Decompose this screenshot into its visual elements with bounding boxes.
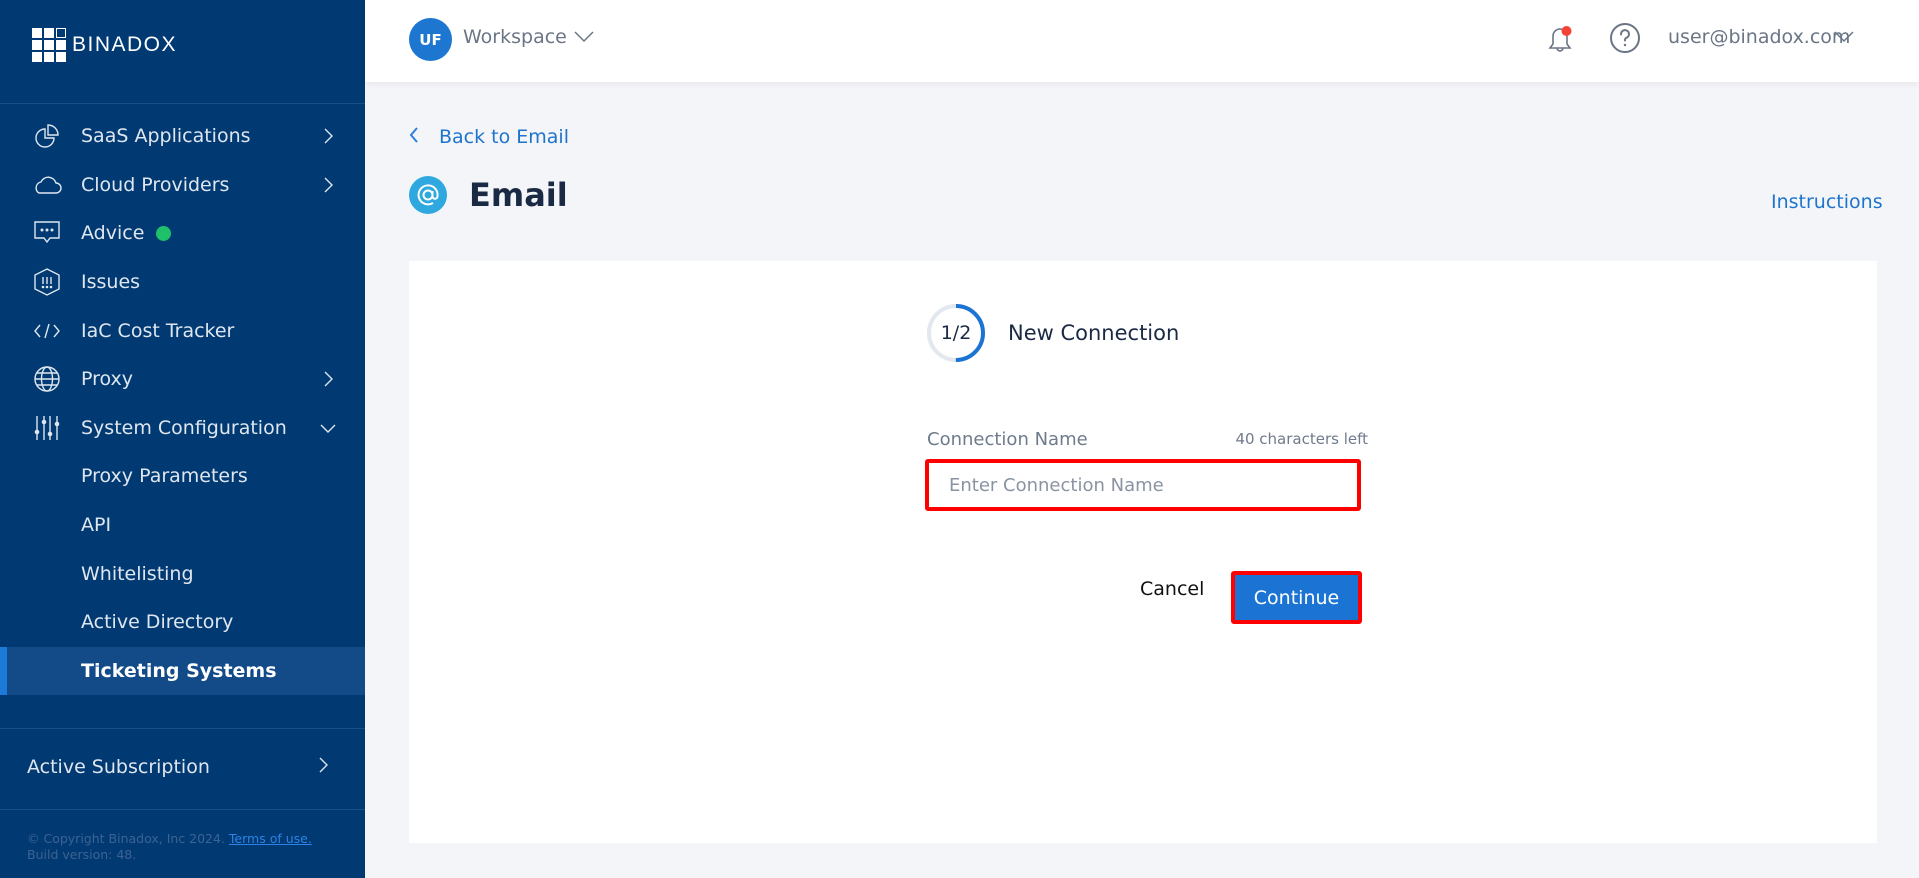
user-menu[interactable]: user@binadox.com: [1668, 26, 1850, 48]
chevron-left-icon: [409, 126, 419, 148]
sidebar-item-issues[interactable]: Issues: [0, 258, 365, 307]
code-icon: [32, 316, 62, 346]
copyright-text: © Copyright Binadox, Inc 2024.: [27, 831, 225, 846]
notification-bell-icon[interactable]: [1545, 22, 1575, 56]
binadox-logo[interactable]: BINADOX: [32, 28, 177, 62]
sidebar-item-advice[interactable]: Advice: [0, 209, 365, 258]
workspace-selector[interactable]: Workspace: [463, 26, 567, 48]
sidebar-subitem-label: API: [81, 514, 112, 537]
workspace-avatar[interactable]: UF: [409, 18, 452, 61]
chevron-down-icon[interactable]: [573, 28, 595, 48]
sidebar-item-label: SaaS Applications: [81, 125, 251, 148]
copyright-footer: © Copyright Binadox, Inc 2024. Terms of …: [27, 831, 312, 863]
chevron-down-icon[interactable]: [1833, 28, 1855, 48]
sidebar-item-saas-applications[interactable]: SaaS Applications: [0, 112, 365, 161]
sidebar-subitem-proxy-parameters[interactable]: Proxy Parameters: [0, 452, 365, 501]
sidebar-divider: [0, 103, 365, 104]
message-icon: [32, 218, 62, 248]
build-version: Build version: 48.: [27, 847, 137, 862]
back-to-email-link[interactable]: Back to Email: [409, 126, 569, 148]
sidebar-subitem-label: Ticketing Systems: [81, 659, 277, 682]
continue-button[interactable]: Continue: [1231, 571, 1362, 624]
sidebar-subitem-ticketing-systems[interactable]: Ticketing Systems: [0, 646, 365, 696]
page-title: Email: [409, 176, 568, 214]
hexagon-alert-icon: [32, 267, 62, 297]
step-title: New Connection: [1008, 321, 1180, 345]
step-progress-ring: 1/2: [926, 303, 986, 363]
active-subscription-label: Active Subscription: [27, 756, 210, 778]
sidebar-item-cloud-providers[interactable]: Cloud Providers: [0, 161, 365, 210]
chevron-right-icon: [318, 126, 338, 146]
sidebar-item-label: System Configuration: [81, 416, 287, 439]
active-subscription-item[interactable]: Active Subscription: [0, 742, 365, 792]
sidebar-subitem-label: Proxy Parameters: [81, 465, 248, 488]
logo-text: BINADOX: [72, 33, 178, 56]
sidebar-subitem-label: Whitelisting: [81, 562, 194, 585]
sidebar-menu: SaaS Applications Cloud Providers Advice: [0, 112, 365, 696]
sidebar-item-label: Cloud Providers: [81, 173, 230, 196]
connection-name-label: Connection Name: [927, 429, 1088, 450]
characters-left-counter: 40 characters left: [1235, 430, 1368, 448]
sidebar-item-label: Proxy: [81, 368, 134, 391]
step-counter: 1/2: [940, 322, 972, 344]
email-at-icon: [409, 176, 447, 214]
chevron-right-icon: [318, 369, 338, 389]
cancel-button[interactable]: Cancel: [1140, 569, 1204, 609]
sidebar-subitem-whitelisting[interactable]: Whitelisting: [0, 549, 365, 598]
help-icon[interactable]: [1609, 22, 1641, 54]
sidebar-item-label: Issues: [81, 271, 141, 294]
logo-grid-icon: [32, 28, 66, 62]
sidebar: BINADOX SaaS Applications Cloud Provider…: [0, 0, 365, 878]
new-connection-card: 1/2 New Connection Connection Name 40 ch…: [409, 261, 1877, 843]
sidebar-item-proxy[interactable]: Proxy: [0, 355, 365, 404]
chevron-down-icon: [318, 418, 338, 438]
connection-name-input[interactable]: [925, 459, 1361, 511]
chevron-right-icon: [318, 175, 338, 195]
sidebar-item-label: Advice: [81, 222, 145, 245]
sidebar-subitem-active-directory[interactable]: Active Directory: [0, 598, 365, 647]
back-label: Back to Email: [439, 126, 569, 148]
top-header: UF Workspace user@binadox.com: [365, 0, 1919, 82]
sidebar-divider: [0, 728, 365, 729]
globe-icon: [32, 364, 62, 394]
wizard-step-indicator: 1/2 New Connection: [926, 303, 1179, 363]
pie-chart-icon: [32, 121, 62, 151]
advice-status-dot: [156, 225, 171, 241]
terms-of-use-link[interactable]: Terms of use.: [229, 831, 312, 846]
instructions-link[interactable]: Instructions: [1771, 191, 1883, 213]
sidebar-divider: [0, 809, 365, 810]
cloud-icon: [32, 170, 62, 200]
sidebar-item-label: IaC Cost Tracker: [81, 319, 235, 342]
sidebar-subitem-label: Active Directory: [81, 611, 234, 634]
sidebar-subitem-api[interactable]: API: [0, 501, 365, 550]
sidebar-item-iac-cost-tracker[interactable]: IaC Cost Tracker: [0, 306, 365, 355]
chevron-right-icon: [317, 756, 329, 778]
page-title-text: Email: [469, 176, 568, 214]
sliders-icon: [32, 413, 62, 443]
sidebar-item-system-configuration[interactable]: System Configuration: [0, 404, 365, 453]
